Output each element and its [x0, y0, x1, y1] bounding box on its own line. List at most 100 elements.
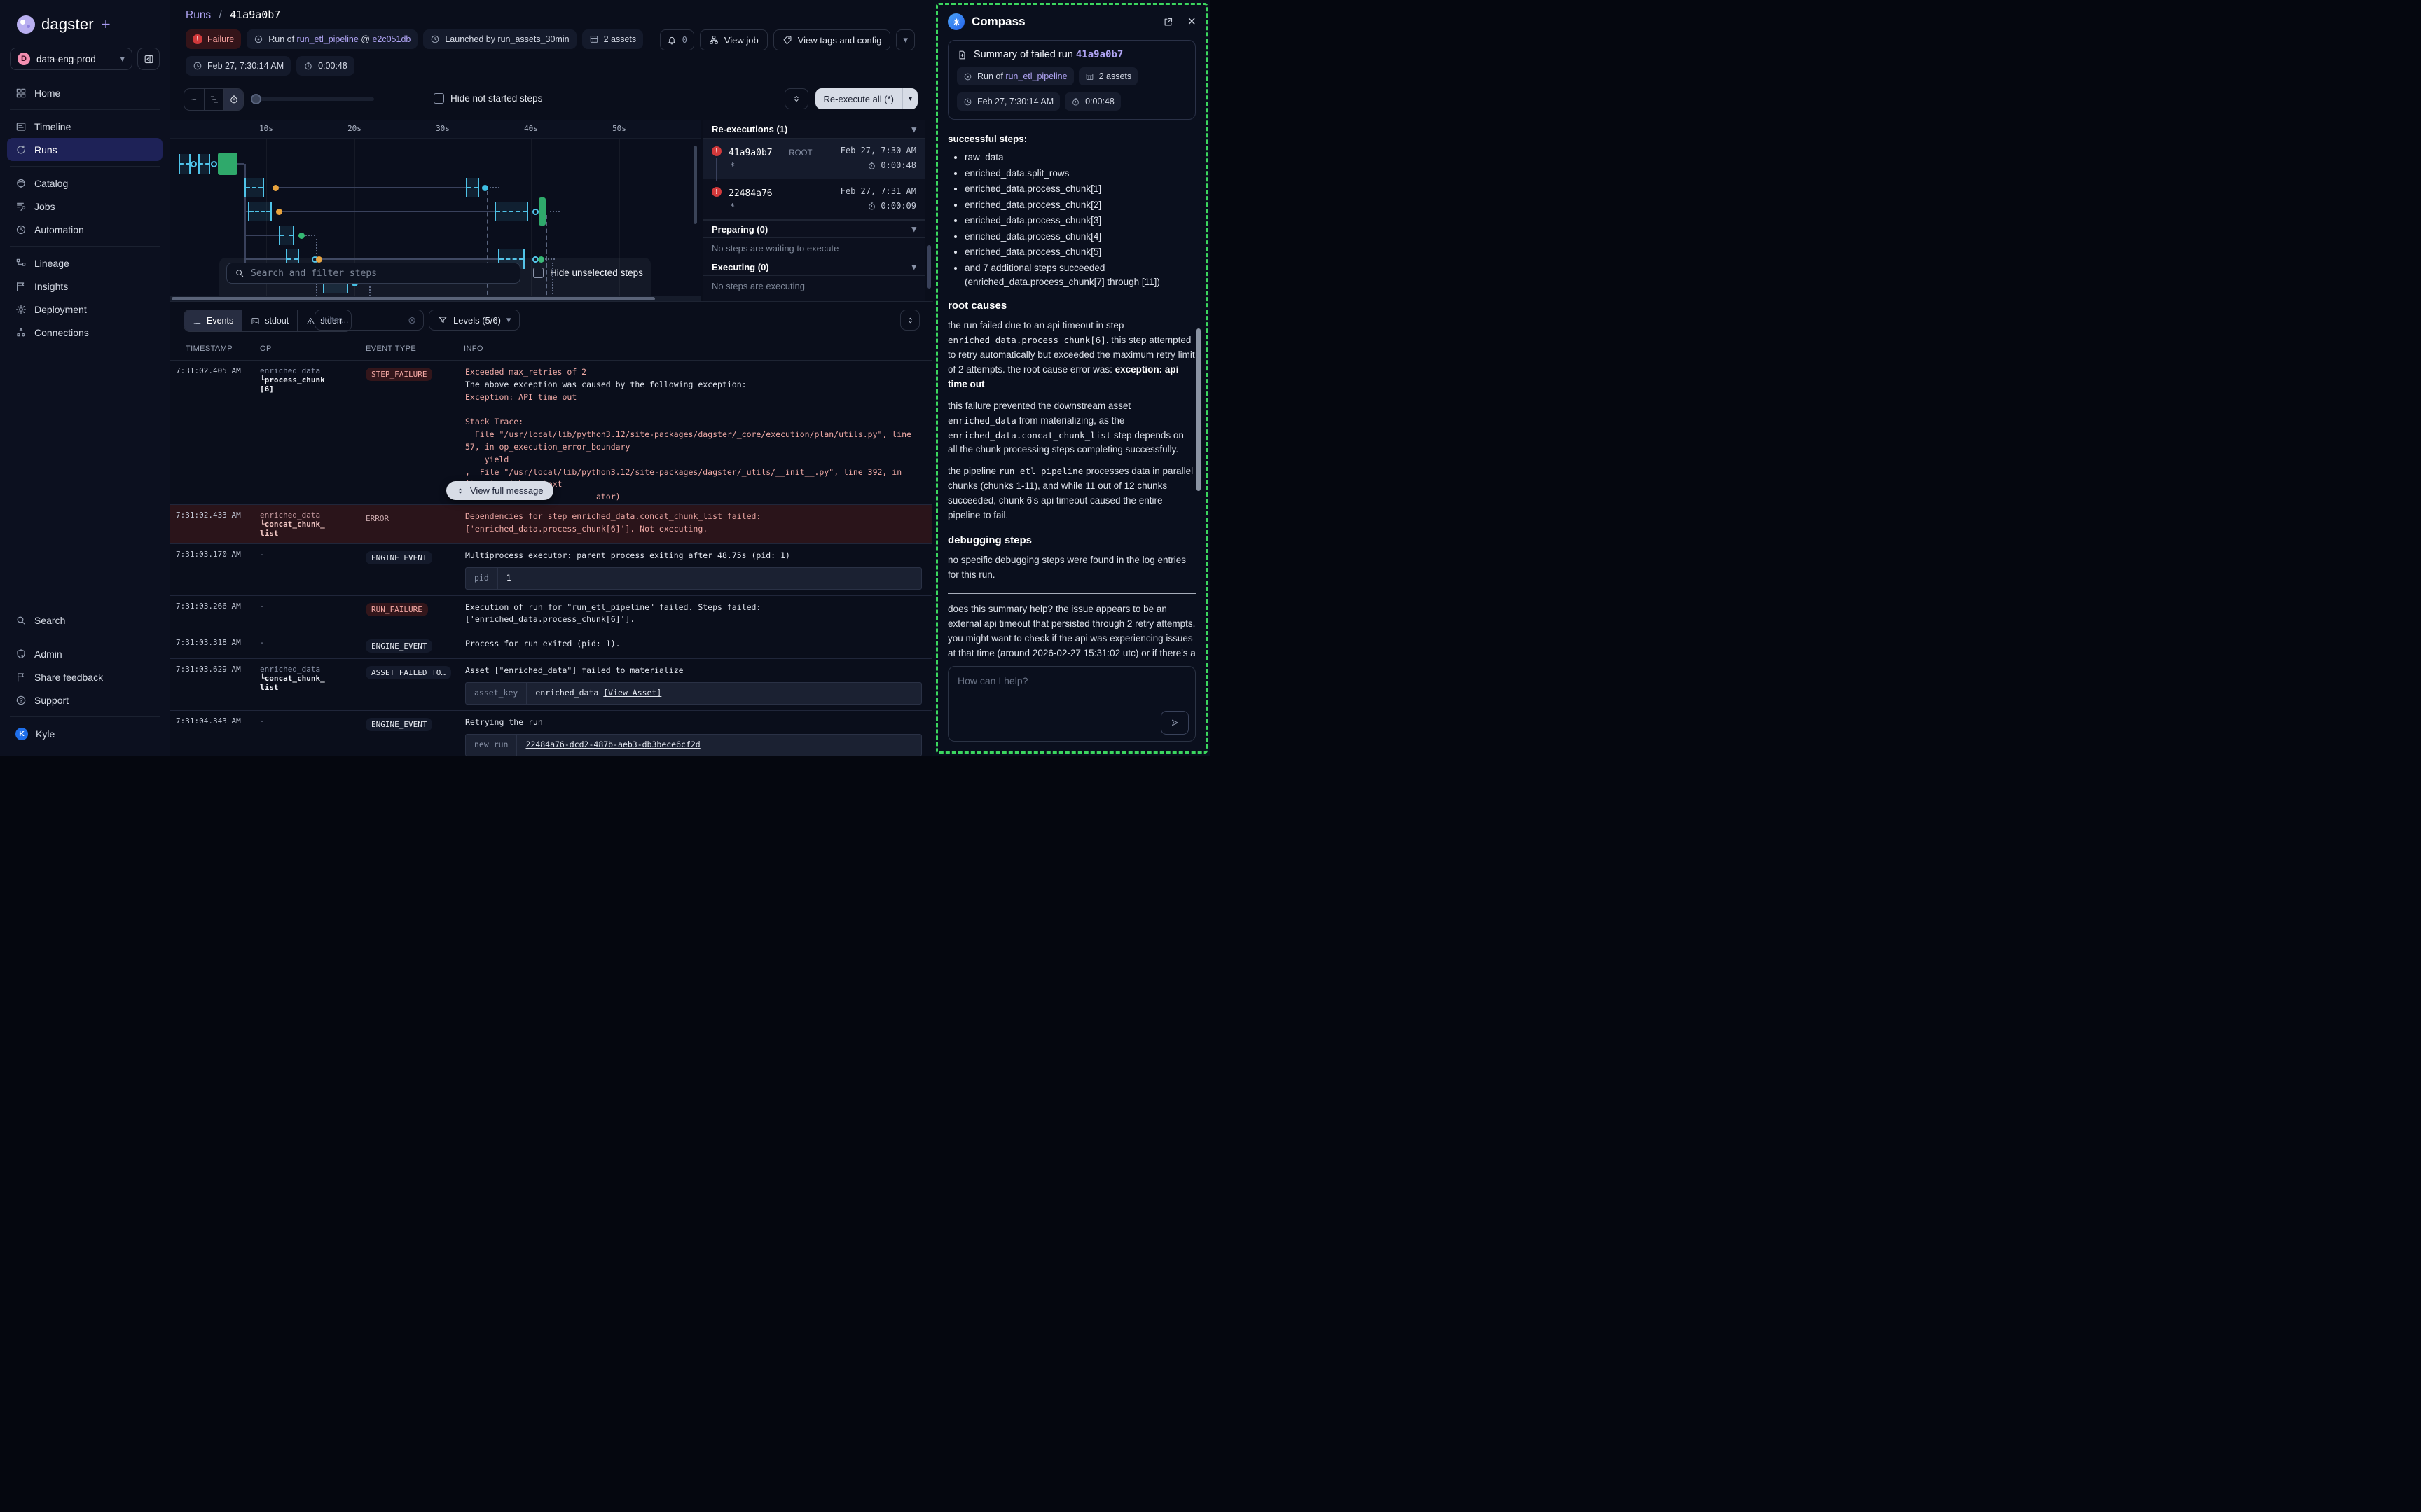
inline-link[interactable]: run_etl_pipeline — [1005, 71, 1067, 81]
log-row[interactable]: 7:31:03.629 AM enriched_data└concat_chun… — [170, 659, 932, 711]
gantt-step-bar-success[interactable] — [218, 153, 237, 175]
expand-logs-button[interactable] — [900, 310, 920, 331]
open-in-new-icon[interactable] — [1163, 17, 1173, 27]
log-timestamp: 7:31:04.343 AM — [170, 711, 251, 756]
view-full-message-button[interactable]: View full message — [446, 481, 553, 500]
summary-title: Summary of failed run — [974, 49, 1076, 60]
compass-scrollbar[interactable] — [1196, 328, 1201, 491]
compass-panel: Compass × Summary of failed run 41a9a0b7… — [933, 0, 1210, 756]
gantt-step-bar[interactable] — [466, 178, 479, 197]
metadata-link[interactable]: 22484a76-dcd2-487b-aeb3-db3bece6cf2d — [525, 740, 700, 749]
chat-input[interactable]: How can I help? — [948, 666, 1196, 742]
run-of-badge[interactable]: Run of run_etl_pipeline @ e2c051db — [247, 29, 418, 49]
collapse-sidebar-button[interactable] — [137, 48, 160, 70]
log-row[interactable]: 7:31:03.266 AM - RUN_FAILURE Execution o… — [170, 596, 932, 633]
breadcrumb-runs-link[interactable]: Runs — [186, 9, 211, 21]
sidebar-item-insights[interactable]: Insights — [7, 275, 163, 298]
sidebar-item-share-feedback[interactable]: Share feedback — [7, 665, 163, 688]
alerts-button[interactable]: 0 — [660, 29, 694, 50]
filter-input[interactable]: Filter... ⊗ — [315, 310, 424, 331]
successful-step: enriched_data.process_chunk[5] — [965, 245, 1196, 259]
send-button[interactable] — [1161, 711, 1189, 735]
zoom-slider-knob[interactable] — [251, 94, 261, 104]
assets-badge[interactable]: 2 assets — [582, 29, 644, 49]
sidebar-item-home[interactable]: Home — [7, 81, 163, 104]
summary-run-id[interactable]: 41a9a0b7 — [1076, 49, 1123, 60]
close-icon[interactable]: × — [1187, 15, 1196, 29]
sidebar-item-runs[interactable]: Runs — [7, 138, 163, 161]
sidebar-item-automation[interactable]: Automation — [7, 218, 163, 241]
reexecution-duration: 0:00:48 — [867, 160, 916, 170]
run-duration-label: 0:00:48 — [318, 61, 347, 71]
sidebar-item-deployment[interactable]: Deployment — [7, 298, 163, 321]
gantt-vertical-scrollbar[interactable] — [694, 146, 697, 224]
reexecution-run-id[interactable]: 22484a76 — [729, 188, 773, 199]
reexecution-row[interactable]: ! 41a9a0b7 ROOT Feb 27, 7:30 AM * 0:00:4… — [703, 139, 925, 179]
stopwatch-icon — [303, 61, 313, 71]
view-job-button[interactable]: View job — [700, 29, 768, 50]
gantt-step-bar[interactable] — [179, 154, 191, 174]
tab-events[interactable]: Events — [184, 310, 242, 331]
sidebar-item-kyle[interactable]: KKyle — [7, 722, 163, 745]
sidebar-item-lineage[interactable]: Lineage — [7, 251, 163, 275]
gantt-view-toggle — [184, 88, 244, 111]
section-header-executing-0-[interactable]: Executing (0)▾ — [703, 258, 925, 276]
zoom-slider[interactable] — [251, 97, 374, 101]
reexecution-row[interactable]: ! 22484a76 Feb 27, 7:31 AM * 0:00:09 — [703, 179, 925, 220]
gantt-step-bar-success[interactable] — [539, 197, 546, 226]
sidebar-item-catalog[interactable]: Catalog — [7, 172, 163, 195]
sidebar-item-connections[interactable]: Connections — [7, 321, 163, 344]
gantt-step-bar[interactable] — [198, 154, 210, 174]
inline-link[interactable]: run_etl_pipeline — [297, 34, 359, 44]
root-causes-heading: root causes — [948, 300, 1196, 312]
tab-stdout[interactable]: stdout — [242, 310, 297, 331]
gantt-step-bar[interactable] — [279, 226, 294, 245]
log-row[interactable]: 7:31:03.170 AM - ENGINE_EVENT Multiproce… — [170, 544, 932, 596]
section-header-preparing-0-[interactable]: Preparing (0)▾ — [703, 220, 925, 238]
view-tags-button[interactable]: View tags and config — [773, 29, 891, 50]
log-op: enriched_data└concat_chunk_list — [251, 505, 357, 543]
gantt-step-bar[interactable] — [244, 178, 264, 197]
reexecution-run-id[interactable]: 41a9a0b7 — [729, 148, 773, 158]
metadata-link[interactable]: [View Asset] — [603, 688, 661, 698]
hide-unselected-checkbox[interactable]: Hide unselected steps — [533, 268, 643, 278]
reexecutions-header[interactable]: Re-executions (1)▾ — [703, 120, 925, 139]
gantt-step-bar[interactable] — [495, 202, 528, 221]
gantt-step-bar[interactable] — [248, 202, 272, 221]
inline-link[interactable]: e2c051db — [372, 34, 411, 44]
view-waterfall-button[interactable] — [184, 89, 204, 110]
gantt-ellipsis — [305, 235, 315, 236]
sidebar-item-label: Timeline — [34, 121, 71, 132]
gantt-horizontal-scrollbar[interactable] — [170, 296, 701, 301]
sidebar-item-timeline[interactable]: Timeline — [7, 115, 163, 138]
column-header-event-type: EVENT TYPE — [357, 338, 455, 360]
log-line: The above exception was caused by the fo… — [465, 379, 922, 391]
clear-filter-icon[interactable]: ⊗ — [408, 314, 416, 326]
log-row[interactable]: 7:31:04.343 AM - ENGINE_EVENT Retrying t… — [170, 711, 932, 756]
reexecute-dropdown[interactable]: ▾ — [902, 88, 918, 109]
log-row[interactable]: 7:31:03.318 AM - ENGINE_EVENT Process fo… — [170, 632, 932, 659]
log-row[interactable]: 7:31:02.433 AM enriched_data└concat_chun… — [170, 505, 932, 544]
log-row[interactable]: 7:31:02.405 AM enriched_data└process_chu… — [170, 361, 932, 505]
compass-assets-badge[interactable]: 2 assets — [1079, 67, 1138, 85]
summary-footer-text: does this summary help? the issue appear… — [948, 602, 1196, 658]
reexecute-all-button[interactable]: Re-execute all (*) ▾ — [815, 88, 918, 109]
launched-by-badge[interactable]: Launched by run_assets_30min — [423, 29, 576, 49]
expand-panel-button[interactable] — [785, 88, 808, 109]
view-flat-button[interactable] — [204, 89, 223, 110]
gantt-chart[interactable]: 10s20s30s40s50s Search and filter steps … — [170, 120, 701, 302]
sidebar-item-admin[interactable]: Admin — [7, 642, 163, 665]
compass-inner: Compass × Summary of failed run 41a9a0b7… — [936, 3, 1208, 754]
deployment-selector[interactable]: D data-eng-prod ▾ — [10, 48, 132, 70]
sidebar-item-jobs[interactable]: Jobs — [7, 195, 163, 218]
step-search-input[interactable]: Search and filter steps — [226, 263, 520, 284]
more-actions-button[interactable]: ▾ — [896, 29, 915, 50]
panel-scrollbar[interactable] — [927, 245, 931, 289]
hide-not-started-checkbox[interactable]: Hide not started steps — [434, 93, 542, 104]
view-timed-button[interactable] — [223, 89, 243, 110]
axis-tick: 20s — [347, 124, 361, 133]
compass-run-badge[interactable]: Run of run_etl_pipeline — [957, 67, 1074, 85]
sidebar-item-search[interactable]: Search — [7, 609, 163, 632]
levels-filter-button[interactable]: Levels (5/6) ▾ — [429, 310, 520, 331]
sidebar-item-support[interactable]: Support — [7, 688, 163, 712]
